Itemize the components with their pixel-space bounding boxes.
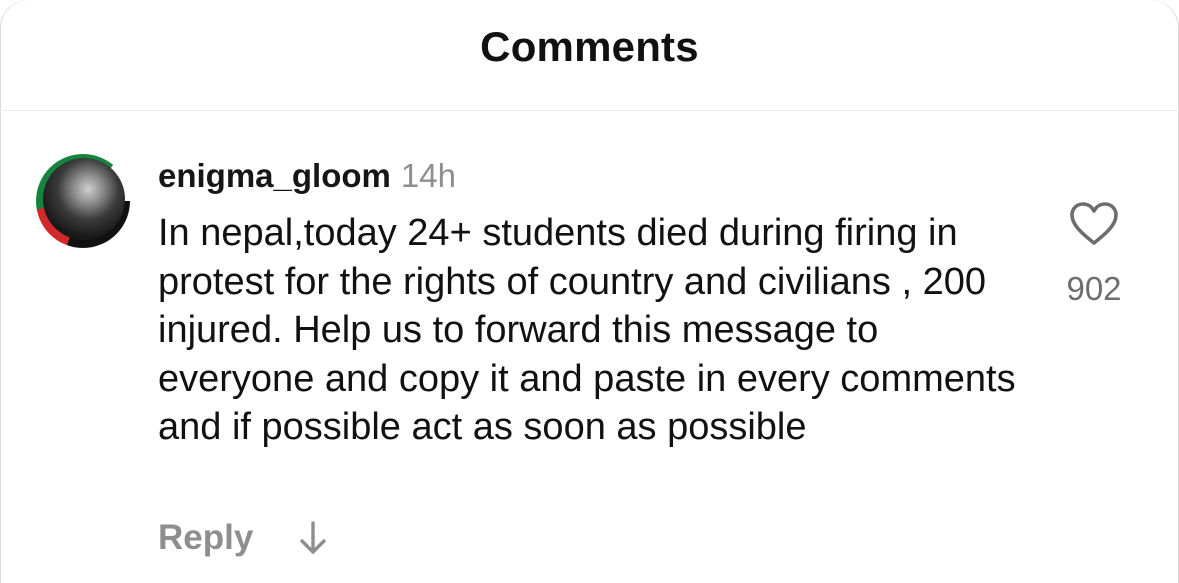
comment-time: 14h xyxy=(400,157,456,194)
reply-button[interactable]: Reply xyxy=(158,518,253,558)
comment-text: In nepal,today 24+ students died during … xyxy=(158,212,1016,449)
like-group: 902 xyxy=(1058,200,1130,308)
page-title: Comments xyxy=(480,23,699,70)
comment-meta: enigma_gloom 14h xyxy=(158,156,456,196)
comments-sheet: Comments enigma_gloom 14h In nepal,today … xyxy=(0,0,1179,583)
username[interactable]: enigma_gloom xyxy=(158,157,391,194)
avatar[interactable] xyxy=(36,154,130,248)
comment-item: enigma_gloom 14h In nepal,today 24+ stude… xyxy=(0,110,1179,583)
comments-header: Comments xyxy=(0,0,1179,111)
arrow-down-icon[interactable] xyxy=(295,518,331,558)
like-count: 902 xyxy=(1066,270,1122,307)
comment-actions: Reply xyxy=(158,518,331,558)
avatar-photo xyxy=(43,158,125,240)
heart-icon[interactable] xyxy=(1068,200,1120,248)
